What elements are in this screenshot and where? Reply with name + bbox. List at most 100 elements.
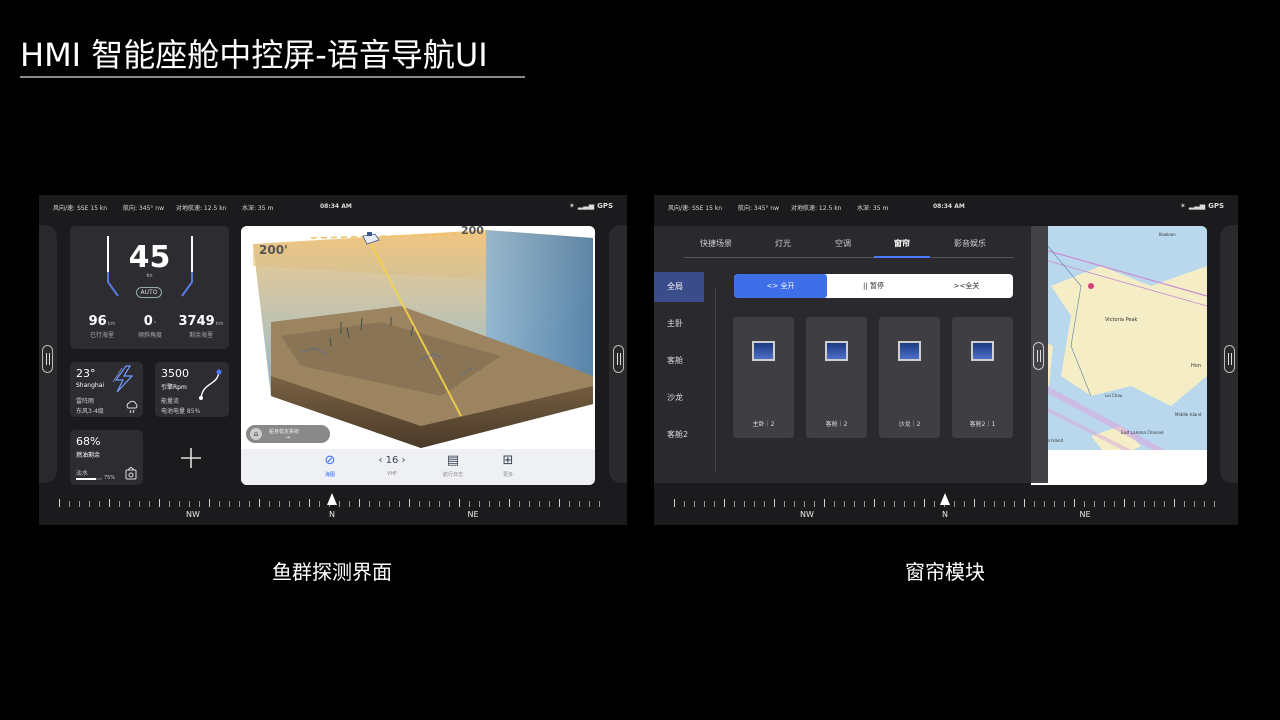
tab-scenes[interactable]: 快捷场景 bbox=[700, 238, 732, 249]
energy-flow-icon bbox=[199, 369, 222, 400]
seabed-3d-render: 200' 200 bbox=[241, 226, 595, 449]
clock: 08:34 AM bbox=[933, 203, 965, 210]
engine-rpm: 3500 bbox=[161, 367, 189, 380]
nav-log-label: 航行日志 bbox=[442, 472, 463, 478]
curtain-action-segment: <> 全开 || 暂停 ><全关 bbox=[734, 274, 1013, 298]
curtain-card-label: 沙龙｜2 bbox=[898, 421, 921, 428]
fresh-water-percent: 75% bbox=[104, 475, 116, 481]
nav-more-label: 更多 bbox=[502, 472, 513, 478]
left-drawer-handle[interactable] bbox=[39, 225, 57, 483]
curtain-card-master[interactable]: 主卧｜2 bbox=[733, 317, 794, 438]
chart-render: Victoria Peak Kowloon Lei Chau Lamma Isl… bbox=[1031, 226, 1207, 485]
depth-status: 水深: 35 m bbox=[242, 205, 274, 212]
open-all-button[interactable]: <> 全开 bbox=[734, 274, 827, 298]
room-list-divider bbox=[715, 288, 716, 473]
distance-traveled-label: 已行海里 bbox=[89, 332, 114, 339]
slide: HMI 智能座舱中控屏-语音导航UI 风向/速: SSE 15 kn 航向: 3… bbox=[0, 0, 1280, 720]
satellite-icon: ✶ bbox=[569, 202, 575, 210]
room-cabin2[interactable]: 客舱2 bbox=[654, 420, 704, 450]
curtain-card-cabin2[interactable]: 客舱2｜1 bbox=[952, 317, 1013, 438]
depth-label-left: 200' bbox=[259, 243, 288, 257]
compass-label-n: N bbox=[329, 510, 335, 519]
depth-status: 水深: 35 m bbox=[857, 205, 889, 212]
status-bar: 风向/速: SSE 15 kn 航向: 345° nw 对地航速: 12.5 k… bbox=[654, 195, 1238, 217]
gps-indicator: ✶ ▂▃▅ GPS bbox=[1180, 202, 1224, 210]
fuel-card[interactable]: 68% 燃油剩余 淡水 75% bbox=[70, 430, 143, 485]
logbook-icon: ▤ bbox=[446, 453, 460, 468]
wind-level: 东风3-4级 bbox=[76, 408, 104, 415]
page-title: HMI 智能座舱中控屏-语音导航UI bbox=[20, 36, 488, 74]
nautical-chart[interactable]: Victoria Peak Kowloon Lei Chau Lamma Isl… bbox=[1031, 226, 1207, 485]
tab-curtains[interactable]: 窗帘 bbox=[894, 238, 910, 249]
curtain-card-cabin[interactable]: 客舱｜2 bbox=[806, 317, 867, 438]
plus-icon bbox=[181, 448, 201, 468]
signal-icon: ▂▃▅ bbox=[1188, 202, 1206, 210]
stabilizer-toggle[interactable]: ⌂ 船身稳定系统 → bbox=[246, 425, 330, 443]
fish-finder-view[interactable]: 200' 200 ⌂ 船身稳定系统 → ⊘ 海图 ‹ 16 › VHF ▤ 航行… bbox=[241, 226, 595, 485]
nav-more[interactable]: ⊞ 更多 bbox=[488, 453, 528, 478]
fresh-water-bar bbox=[76, 478, 102, 480]
right-drawer-handle[interactable] bbox=[1220, 225, 1238, 483]
sog-status: 对地航速: 12.5 kn bbox=[176, 205, 227, 212]
heading-needle-icon bbox=[327, 493, 337, 505]
room-salon[interactable]: 沙龙 bbox=[654, 383, 704, 413]
nav-chart[interactable]: ⊘ 海图 bbox=[310, 453, 350, 478]
right-drawer-handle[interactable] bbox=[609, 225, 627, 483]
temperature: 23° bbox=[76, 367, 96, 380]
tab-climate[interactable]: 空调 bbox=[835, 238, 851, 249]
engine-card[interactable]: 3500 引擎Rpm 能量流 电池电量 85% bbox=[155, 362, 229, 417]
fuel-percent: 68% bbox=[76, 435, 101, 448]
nav-vhf[interactable]: ‹ 16 › VHF bbox=[372, 453, 412, 477]
close-all-button[interactable]: ><全关 bbox=[920, 274, 1013, 298]
room-all[interactable]: 全局 bbox=[654, 272, 704, 302]
wind-status: 风向/速: SSE 15 kn bbox=[668, 205, 723, 212]
drawer-grip-icon[interactable] bbox=[613, 345, 624, 373]
tank-icon bbox=[125, 467, 137, 480]
category-tabs: 快捷场景 灯光 空调 窗帘 影音娱乐 bbox=[684, 226, 1014, 258]
depth-label-right: 200 bbox=[461, 226, 484, 237]
drawer-grip-icon[interactable] bbox=[42, 345, 53, 373]
vhf-channel: ‹ 16 › bbox=[378, 455, 406, 466]
room-master[interactable]: 主卧 bbox=[654, 309, 704, 339]
drawer-grip-icon[interactable] bbox=[1033, 342, 1044, 370]
window-icon bbox=[971, 341, 994, 361]
curtain-card-salon[interactable]: 沙龙｜2 bbox=[879, 317, 940, 438]
window-icon bbox=[898, 341, 921, 361]
lock-icon: ⌂ bbox=[250, 428, 262, 440]
pause-button[interactable]: || 暂停 bbox=[827, 274, 920, 298]
heading-status: 航向: 345° nw bbox=[123, 205, 164, 212]
caption-fish-finder: 鱼群探测界面 bbox=[272, 560, 392, 584]
vhf-channel-number: 16 bbox=[385, 455, 399, 466]
compass-label-ne: NE bbox=[467, 510, 479, 519]
distance-remaining: 3749km 剩余海里 bbox=[176, 314, 226, 339]
heading-needle-icon bbox=[940, 493, 950, 505]
curtain-card-label: 主卧｜2 bbox=[752, 421, 775, 428]
window-icon bbox=[825, 341, 848, 361]
compass-label-ne: NE bbox=[1079, 510, 1091, 519]
panel-drag-handle[interactable] bbox=[1031, 226, 1048, 483]
stabilizer-label: 船身稳定系统 bbox=[269, 429, 300, 435]
speed-unit: kn bbox=[146, 273, 153, 279]
battery-level: 电池电量 85% bbox=[161, 408, 201, 415]
window-icon bbox=[752, 341, 775, 361]
clock: 08:34 AM bbox=[320, 203, 352, 210]
distance-remaining-value: 3749 bbox=[178, 314, 215, 329]
drawer-grip-icon[interactable] bbox=[1224, 345, 1235, 373]
weather-card[interactable]: 23° Shanghai 雷阵雨 东风3-4级 bbox=[70, 362, 143, 417]
distance-traveled-unit: km bbox=[107, 321, 116, 327]
gps-label: GPS bbox=[597, 202, 613, 210]
room-cabin[interactable]: 客舱 bbox=[654, 346, 704, 376]
nav-log[interactable]: ▤ 航行日志 bbox=[433, 453, 473, 478]
compass-strip: NW N NE bbox=[59, 493, 607, 525]
compass-icon: ⊘ bbox=[324, 453, 336, 468]
distance-remaining-label: 剩余海里 bbox=[188, 332, 213, 339]
tab-media[interactable]: 影音娱乐 bbox=[954, 238, 986, 249]
sog-status: 对地航速: 12.5 kn bbox=[791, 205, 842, 212]
add-widget-button[interactable] bbox=[177, 444, 205, 472]
tab-lighting[interactable]: 灯光 bbox=[775, 238, 791, 249]
autopilot-badge[interactable]: AUTO bbox=[136, 287, 162, 298]
nav-vhf-label: VHF bbox=[386, 471, 398, 477]
fish-finder-screen: 风向/速: SSE 15 kn 航向: 345° nw 对地航速: 12.5 k… bbox=[39, 195, 627, 525]
map-label-hon: Hon bbox=[1191, 363, 1201, 369]
curtain-control-panel: 快捷场景 灯光 空调 窗帘 影音娱乐 全局 主卧 客舱 沙龙 客舱2 <> 全开… bbox=[654, 226, 1048, 483]
